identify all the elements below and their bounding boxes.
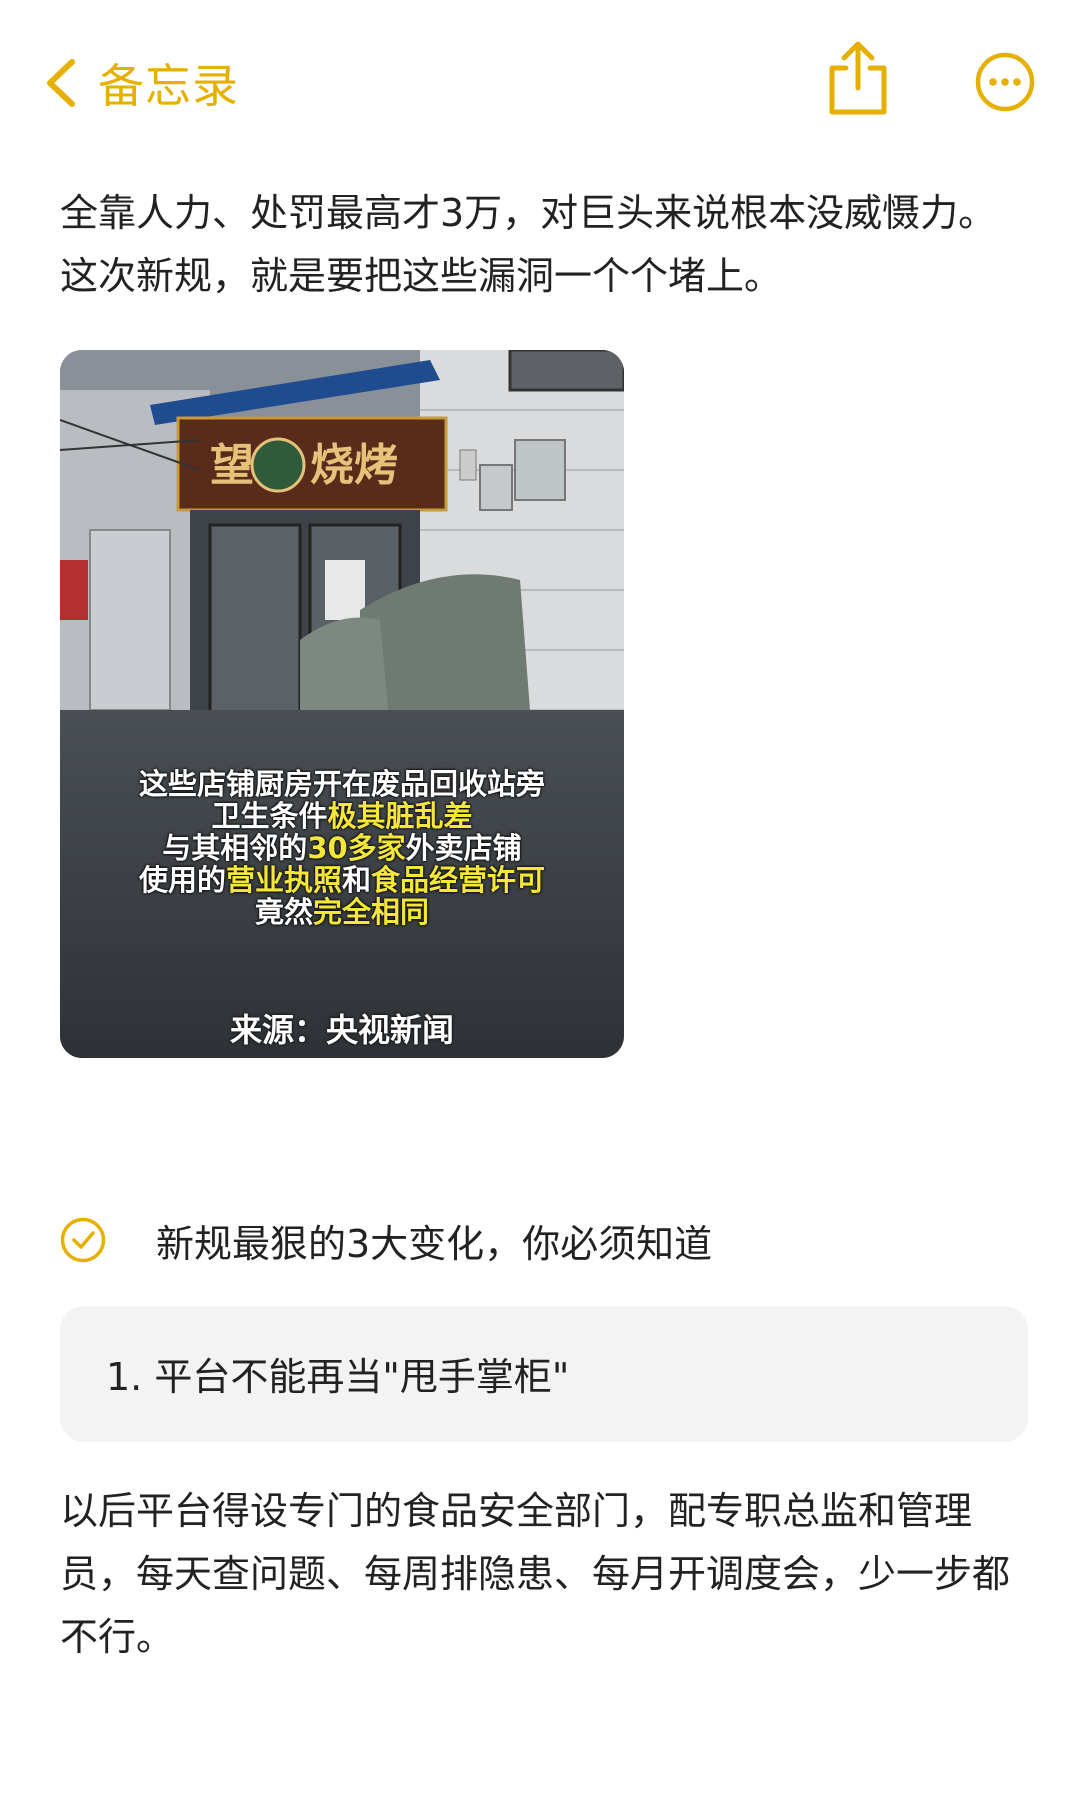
- image-source: 来源：央视新闻: [229, 1011, 454, 1049]
- caption-line: 竟然完全相同: [60, 896, 624, 928]
- block-quote: 1. 平台不能再当"甩手掌柜": [60, 1306, 1028, 1442]
- checklist-item-label[interactable]: 新规最狠的3大变化，你必须知道: [156, 1213, 712, 1268]
- checkbox-checked-icon[interactable]: [60, 1217, 106, 1263]
- back-button[interactable]: 备忘录: [44, 50, 239, 116]
- caption-highlight: 极其脏乱差: [327, 799, 473, 833]
- note-paragraph: 以后平台得设专门的食品安全部门，配专职总监和管理员，每天查问题、每周排隐患、每月…: [60, 1489, 1011, 1659]
- caption-highlight: 营业执照: [225, 863, 342, 897]
- back-label: 备忘录: [98, 59, 239, 113]
- caption-text: 使用的: [138, 863, 226, 897]
- svg-text:烧烤: 烧烤: [310, 440, 398, 491]
- caption-line: 这些店铺厨房开在废品回收站旁: [60, 768, 624, 800]
- caption-text: 和: [342, 863, 372, 897]
- share-icon[interactable]: [822, 40, 894, 116]
- caption-text: 卫生条件: [211, 799, 328, 833]
- checklist-item: 新规最狠的3大变化，你必须知道: [60, 1210, 1020, 1270]
- video-caption: 这些店铺厨房开在废品回收站旁 卫生条件极其脏乱差 与其相邻的30多家外卖店铺 使…: [60, 768, 624, 928]
- caption-text: 与其相邻的: [162, 831, 308, 865]
- note-paragraph: 全靠人力、处罚最高才3万，对巨头来说根本没威慑力。这次新规，就是要把这些漏洞一个…: [60, 191, 997, 298]
- caption-line: 卫生条件极其脏乱差: [60, 800, 624, 832]
- nav-bar: 备忘录: [0, 0, 1080, 160]
- caption-highlight: 完全相同: [313, 895, 430, 929]
- more-icon[interactable]: [975, 52, 1035, 112]
- caption-text: 竟然: [254, 895, 313, 929]
- chevron-left-icon: [47, 59, 75, 107]
- caption-highlight: 30多家: [307, 831, 406, 865]
- note-image[interactable]: 望京 烧烤 这些店铺厨房开在废品回收站旁 卫生条件极其脏乱差 与其相邻的30多家…: [60, 350, 624, 1058]
- caption-text: 外卖店铺: [405, 831, 522, 865]
- caption-highlight: 食品经营许可: [371, 863, 546, 897]
- caption-line: 使用的营业执照和食品经营许可: [60, 864, 624, 896]
- caption-text: 这些店铺厨房开在废品回收站旁: [138, 767, 545, 801]
- storefront-photo: 望京 烧烤: [60, 350, 624, 1058]
- caption-line: 与其相邻的30多家外卖店铺: [60, 832, 624, 864]
- block-quote-text: 1. 平台不能再当"甩手掌柜": [106, 1355, 570, 1399]
